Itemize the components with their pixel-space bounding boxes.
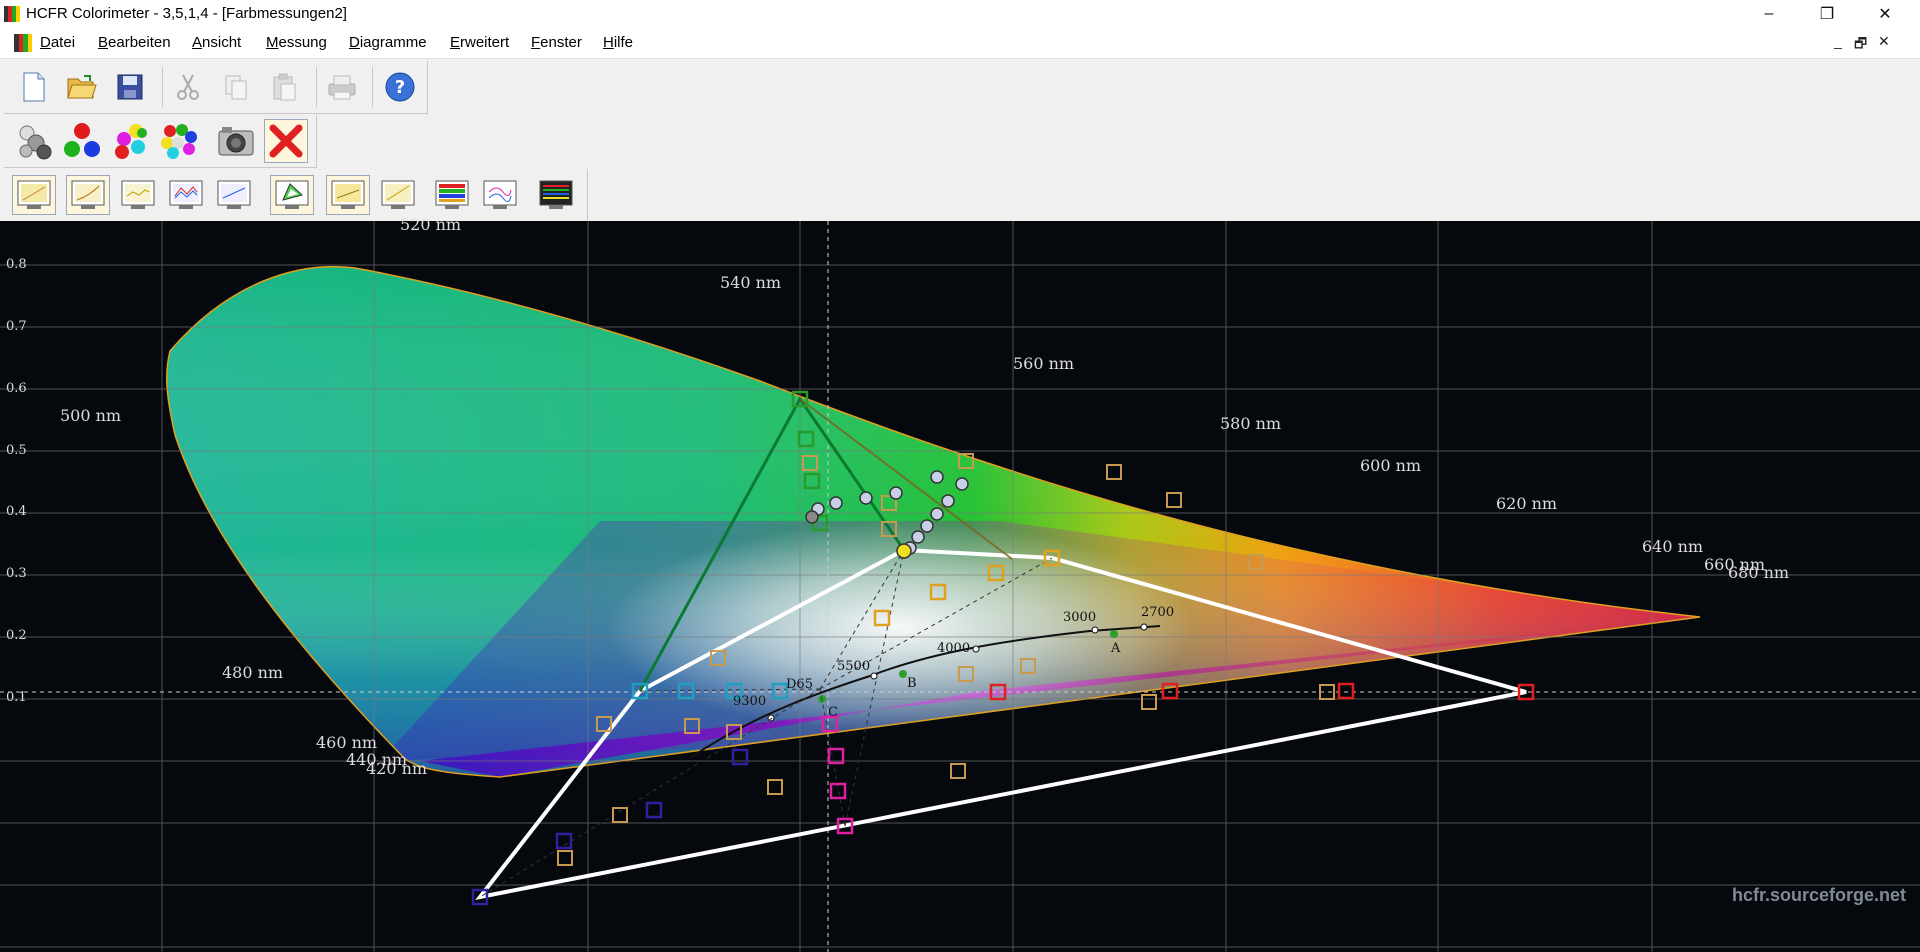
menu-diagramme[interactable]: Diagramme xyxy=(349,34,427,51)
view-2-icon[interactable] xyxy=(66,175,110,215)
view-1-icon[interactable] xyxy=(12,175,56,215)
view-7-icon[interactable] xyxy=(326,175,370,215)
toolbar-separator xyxy=(316,67,317,107)
maximize-button[interactable]: ❐ xyxy=(1804,0,1850,28)
watermark: hcfr.sourceforge.net xyxy=(1731,885,1906,905)
toolbar-separator xyxy=(162,67,163,107)
close-button[interactable]: ✕ xyxy=(1862,0,1908,28)
doc-close-button[interactable]: ✕ xyxy=(1878,33,1890,50)
measure-all-icon[interactable] xyxy=(158,121,198,161)
help-icon[interactable]: ? xyxy=(380,67,420,107)
measure-secondaries-icon[interactable] xyxy=(110,121,150,161)
measurement-marker xyxy=(555,832,573,850)
reference-marker xyxy=(1141,694,1157,710)
y-tick-label: 0.3 xyxy=(6,566,27,581)
cie-view-icon[interactable] xyxy=(270,175,314,215)
illuminant-label: C xyxy=(828,705,838,720)
toolbar-separator xyxy=(372,67,373,107)
measure-primaries-icon[interactable] xyxy=(62,121,102,161)
y-tick-label: 0.5 xyxy=(6,443,27,458)
wavelength-label: 420 nm xyxy=(366,759,428,778)
reference-marker xyxy=(950,763,966,779)
new-document-icon[interactable] xyxy=(14,67,54,107)
print-icon[interactable] xyxy=(322,67,362,107)
cie-chromaticity-diagram[interactable]: 0.8 0.7 0.6 0.5 0.4 0.3 0.2 0.1 520 nm 5… xyxy=(0,215,1920,952)
menu-ansicht[interactable]: Ansicht xyxy=(192,34,241,51)
cct-label: D65 xyxy=(786,677,813,692)
menu-fenster[interactable]: Fenster xyxy=(531,34,582,51)
views-toolbar xyxy=(4,169,588,222)
wavelength-label: 540 nm xyxy=(720,273,782,292)
wavelength-label: 500 nm xyxy=(60,406,122,425)
standard-toolbar: ? xyxy=(4,61,428,114)
y-tick-label: 0.4 xyxy=(6,504,27,519)
save-icon[interactable] xyxy=(110,67,150,107)
cut-icon[interactable] xyxy=(168,67,208,107)
wavelength-label: 480 nm xyxy=(222,663,284,682)
cie-diagram-svg xyxy=(0,221,1920,952)
cct-label: 5500 xyxy=(837,659,871,674)
wavelength-label: 520 nm xyxy=(400,215,462,234)
y-tick-label: 0.8 xyxy=(6,257,27,272)
paste-icon[interactable] xyxy=(264,67,304,107)
wavelength-label: 580 nm xyxy=(1220,414,1282,433)
view-9-icon[interactable] xyxy=(432,175,472,215)
spectral-locus-fill xyxy=(166,266,1701,778)
reference-marker xyxy=(1166,492,1182,508)
wavelength-label: 620 nm xyxy=(1496,494,1558,513)
view-8-icon[interactable] xyxy=(378,175,418,215)
menu-erweitert[interactable]: Erweitert xyxy=(450,34,509,51)
wavelength-label: 640 nm xyxy=(1642,537,1704,556)
camera-icon[interactable] xyxy=(216,121,256,161)
reference-marker xyxy=(767,779,783,795)
measure-grayscale-icon[interactable] xyxy=(14,121,54,161)
title-bar: HCFR Colorimeter - 3,5,1,4 - [Farbmessun… xyxy=(0,0,1920,28)
minimize-button[interactable]: – xyxy=(1746,0,1792,28)
measurement-marker xyxy=(1337,682,1355,700)
cct-label: 2700 xyxy=(1141,605,1175,620)
wavelength-label: 560 nm xyxy=(1013,354,1075,373)
svg-text:?: ? xyxy=(395,77,405,98)
reference-marker xyxy=(1106,464,1122,480)
wavelength-label: 600 nm xyxy=(1360,456,1422,475)
view-5-icon[interactable] xyxy=(214,175,254,215)
reference-marker xyxy=(612,807,628,823)
y-tick-label: 0.7 xyxy=(6,319,27,334)
document-icon[interactable] xyxy=(14,34,32,52)
view-3-icon[interactable] xyxy=(118,175,158,215)
doc-restore-button[interactable]: 🗗 xyxy=(1854,33,1867,57)
doc-minimize-button[interactable]: _ xyxy=(1834,33,1842,49)
stop-icon[interactable] xyxy=(264,119,308,163)
window-title: HCFR Colorimeter - 3,5,1,4 - [Farbmessun… xyxy=(26,5,347,22)
menu-messung[interactable]: Messung xyxy=(266,34,327,51)
wavelength-label: 680 nm xyxy=(1728,563,1790,582)
view-4-icon[interactable] xyxy=(166,175,206,215)
y-tick-label: 0.1 xyxy=(6,690,27,705)
menu-datei[interactable]: Datei xyxy=(40,34,75,51)
view-10-icon[interactable] xyxy=(480,175,520,215)
y-tick-label: 0.2 xyxy=(6,628,27,643)
cct-label: 4000 xyxy=(937,641,971,656)
cct-label: 9300 xyxy=(733,694,767,709)
cct-label: 3000 xyxy=(1063,610,1097,625)
toolbar-area: ? xyxy=(0,59,1920,222)
open-folder-icon[interactable] xyxy=(62,67,102,107)
illuminant-label: B xyxy=(907,676,917,691)
measurement-marker xyxy=(731,748,749,766)
illuminant-label: A xyxy=(1111,641,1121,656)
reference-marker xyxy=(557,850,573,866)
menu-bearbeiten[interactable]: Bearbeiten xyxy=(98,34,171,51)
measurement-marker xyxy=(645,801,663,819)
copy-icon[interactable] xyxy=(216,67,256,107)
menu-hilfe[interactable]: Hilfe xyxy=(603,34,633,51)
view-11-icon[interactable] xyxy=(536,175,576,215)
y-tick-label: 0.6 xyxy=(6,381,27,396)
app-icon xyxy=(4,6,20,22)
measurement-toolbar xyxy=(4,115,317,168)
